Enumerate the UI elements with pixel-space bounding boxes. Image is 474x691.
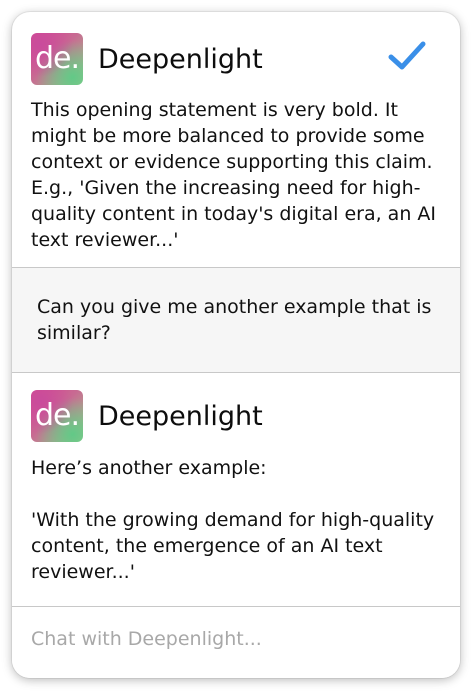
logo-text: de. [34,397,80,433]
chat-input-bar [12,606,460,678]
deepenlight-logo: de. [31,33,83,85]
sender-name: Deepenlight [98,43,263,75]
message-text: This opening statement is very bold. It … [31,99,443,251]
chat-input[interactable] [31,621,441,657]
chat-panel: de. Deepenlight This opening statement i… [12,12,460,678]
user-message: Can you give me another example that is … [12,267,460,373]
logo-text: de. [34,40,80,76]
checkmark-icon [388,41,426,70]
deepenlight-logo: de. [31,390,83,442]
message-header: de. Deepenlight [31,33,263,85]
assistant-message: de. Deepenlight Here’s another example: … [12,373,460,606]
message-text: Can you give me another example that is … [37,296,432,344]
message-text: Here’s another example: 'With the growin… [31,457,435,583]
message-header: de. Deepenlight [31,390,263,442]
sender-name: Deepenlight [98,400,263,432]
assistant-message: de. Deepenlight This opening statement i… [12,12,460,267]
